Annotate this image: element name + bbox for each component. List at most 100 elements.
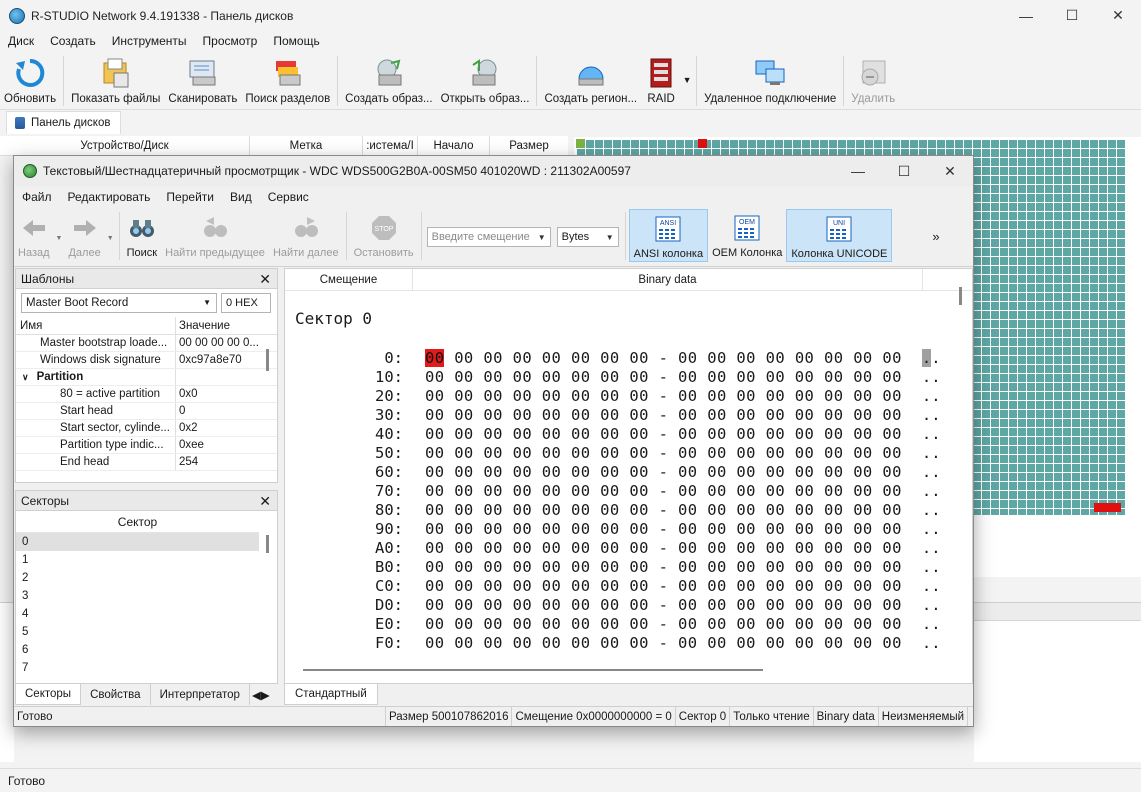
menu-go[interactable]: Перейти: [158, 190, 222, 204]
tab-scroll-arrows[interactable]: ◀ ▶: [250, 684, 272, 705]
hex-row[interactable]: F0: 00 00 00 00 00 00 00 00 - 00 00 00 00…: [285, 633, 941, 652]
hex-row[interactable]: D0: 00 00 00 00 00 00 00 00 - 00 00 00 00…: [285, 595, 941, 614]
hex-row[interactable]: 80: 00 00 00 00 00 00 00 00 - 00 00 00 00…: [285, 500, 941, 519]
template-row[interactable]: Master bootstrap loade... 00 00 00 00 0..…: [16, 335, 277, 352]
hex-row[interactable]: B0: 00 00 00 00 00 00 00 00 - 00 00 00 00…: [285, 557, 941, 576]
hex-row-ascii[interactable]: ..: [922, 539, 941, 557]
viewer-maximize-button[interactable]: ☐: [881, 156, 927, 186]
hex-row-ascii[interactable]: ..: [922, 463, 941, 481]
create-region-button[interactable]: Создать регион...: [540, 53, 641, 105]
hex-vertical-scrollbar[interactable]: [959, 287, 962, 305]
hex-row-bytes[interactable]: 00 00 00 00 00 00 00 00 - 00 00 00 00 00…: [425, 348, 902, 367]
menu-view[interactable]: Вид: [222, 190, 260, 204]
hex-row[interactable]: E0: 00 00 00 00 00 00 00 00 - 00 00 00 00…: [285, 614, 941, 633]
open-image-button[interactable]: Открыть образ...: [437, 53, 534, 105]
column-start[interactable]: Начало: [418, 136, 490, 155]
cursor-byte[interactable]: 00: [425, 348, 445, 367]
remote-connection-button[interactable]: Удаленное подключение: [700, 53, 840, 105]
viewer-minimize-button[interactable]: —: [835, 156, 881, 186]
hex-row-ascii[interactable]: ..: [922, 615, 941, 633]
column-device[interactable]: Устройство/Диск: [0, 136, 250, 155]
hex-row-ascii[interactable]: ..: [922, 558, 941, 576]
forward-dropdown-button[interactable]: ▼: [105, 209, 116, 242]
hex-row-ascii[interactable]: ..: [922, 634, 941, 652]
hex-row-bytes[interactable]: 00 00 00 00 00 00 00 00 - 00 00 00 00 00…: [425, 425, 902, 443]
viewer-close-button[interactable]: ✕: [927, 156, 973, 186]
hex-row-ascii[interactable]: ..: [922, 482, 941, 500]
back-button[interactable]: Назад: [14, 209, 54, 259]
raid-button[interactable]: RAID: [641, 53, 681, 105]
hex-row[interactable]: 50: 00 00 00 00 00 00 00 00 - 00 00 00 00…: [285, 443, 941, 462]
hex-row-bytes[interactable]: 00 00 00 00 00 00 00 00 - 00 00 00 00 00…: [425, 634, 902, 652]
menu-service[interactable]: Сервис: [260, 190, 317, 204]
hex-row[interactable]: 0: 00 00 00 00 00 00 00 00 - 00 00 00 00 …: [285, 348, 941, 367]
column-size[interactable]: Размер: [490, 136, 568, 155]
column-filesystem[interactable]: :истема/I: [363, 136, 418, 155]
menu-disk[interactable]: Диск: [0, 34, 42, 48]
hex-row-bytes[interactable]: 00 00 00 00 00 00 00 00 - 00 00 00 00 00…: [425, 520, 902, 538]
hex-row-ascii[interactable]: ..: [922, 387, 941, 405]
create-image-button[interactable]: Создать образ...: [341, 53, 436, 105]
close-icon[interactable]: ✕: [259, 493, 271, 510]
sector-item[interactable]: 4: [16, 605, 277, 623]
column-name[interactable]: Имя: [16, 317, 176, 334]
toolbar-overflow-button[interactable]: »: [892, 209, 939, 244]
stop-button[interactable]: STOP Остановить: [350, 209, 418, 259]
hex-row-bytes[interactable]: 00 00 00 00 00 00 00 00 - 00 00 00 00 00…: [425, 501, 902, 519]
find-next-button[interactable]: Найти далее: [269, 209, 343, 259]
template-offset-input[interactable]: 0 HEX: [221, 293, 271, 313]
show-files-button[interactable]: Показать файлы: [67, 53, 164, 105]
menu-tools[interactable]: Инструменты: [104, 34, 195, 48]
offset-input[interactable]: Введите смещение ▼: [426, 227, 551, 247]
column-sector[interactable]: Сектор: [16, 511, 259, 533]
find-previous-button[interactable]: Найти предыдущее: [161, 209, 269, 259]
hex-row-bytes[interactable]: 00 00 00 00 00 00 00 00 - 00 00 00 00 00…: [425, 558, 902, 576]
hex-row-bytes[interactable]: 00 00 00 00 00 00 00 00 - 00 00 00 00 00…: [425, 539, 902, 557]
hex-row-ascii[interactable]: ..: [922, 577, 941, 595]
menu-help[interactable]: Помощь: [265, 34, 327, 48]
hex-row[interactable]: A0: 00 00 00 00 00 00 00 00 - 00 00 00 00…: [285, 538, 941, 557]
sector-item[interactable]: 6: [16, 641, 277, 659]
tab-disk-panel[interactable]: Панель дисков: [6, 111, 122, 134]
maximize-button[interactable]: ☐: [1049, 0, 1095, 31]
sectors-scrollbar[interactable]: [266, 535, 269, 553]
tab-properties[interactable]: Свойства: [81, 684, 151, 705]
units-select[interactable]: Bytes ▼: [556, 227, 619, 247]
hex-row[interactable]: 10: 00 00 00 00 00 00 00 00 - 00 00 00 00…: [285, 367, 941, 386]
refresh-button[interactable]: Обновить: [0, 53, 60, 105]
column-binary-data[interactable]: Binary data: [413, 269, 923, 290]
hex-row-ascii[interactable]: ..: [922, 444, 941, 462]
templates-scrollbar[interactable]: [266, 349, 269, 371]
hex-row-bytes[interactable]: 00 00 00 00 00 00 00 00 - 00 00 00 00 00…: [425, 482, 902, 500]
hex-row-bytes[interactable]: 00 00 00 00 00 00 00 00 - 00 00 00 00 00…: [425, 596, 902, 614]
hex-row-bytes[interactable]: 00 00 00 00 00 00 00 00 - 00 00 00 00 00…: [425, 444, 902, 462]
search-button[interactable]: Поиск: [123, 209, 161, 259]
tab-sectors[interactable]: Секторы: [15, 684, 82, 705]
template-row[interactable]: 80 = active partition 0x0: [16, 386, 277, 403]
hex-row-bytes[interactable]: 00 00 00 00 00 00 00 00 - 00 00 00 00 00…: [425, 615, 902, 633]
hex-row-ascii[interactable]: ..: [922, 520, 941, 538]
oem-column-toggle[interactable]: OEM OEM Колонка: [708, 209, 786, 259]
menu-create[interactable]: Создать: [42, 34, 104, 48]
column-value[interactable]: Значение: [176, 317, 230, 334]
sector-item[interactable]: 1: [16, 551, 277, 569]
hex-row[interactable]: 90: 00 00 00 00 00 00 00 00 - 00 00 00 00…: [285, 519, 941, 538]
hex-row-bytes[interactable]: 00 00 00 00 00 00 00 00 - 00 00 00 00 00…: [425, 368, 902, 386]
sector-item[interactable]: 0: [16, 533, 259, 551]
close-button[interactable]: ✕: [1095, 0, 1141, 31]
hex-row-bytes[interactable]: 00 00 00 00 00 00 00 00 - 00 00 00 00 00…: [425, 463, 902, 481]
menu-edit[interactable]: Редактировать: [60, 190, 159, 204]
template-select[interactable]: Master Boot Record ▼: [21, 293, 217, 313]
forward-button[interactable]: Далее: [64, 209, 104, 259]
hex-row[interactable]: 40: 00 00 00 00 00 00 00 00 - 00 00 00 00…: [285, 424, 941, 443]
scan-button[interactable]: Сканировать: [164, 53, 241, 105]
hex-row[interactable]: C0: 00 00 00 00 00 00 00 00 - 00 00 00 00…: [285, 576, 941, 595]
hex-row-bytes[interactable]: 00 00 00 00 00 00 00 00 - 00 00 00 00 00…: [425, 577, 902, 595]
minimize-button[interactable]: —: [1003, 0, 1049, 31]
hex-row-bytes[interactable]: 00 00 00 00 00 00 00 00 - 00 00 00 00 00…: [425, 406, 902, 424]
chevron-down-icon[interactable]: ∨: [22, 372, 29, 383]
delete-button[interactable]: Удалить: [847, 53, 899, 105]
hex-row-ascii[interactable]: ..: [921, 348, 941, 367]
hex-row-ascii[interactable]: ..: [922, 501, 941, 519]
column-label[interactable]: Метка: [250, 136, 363, 155]
